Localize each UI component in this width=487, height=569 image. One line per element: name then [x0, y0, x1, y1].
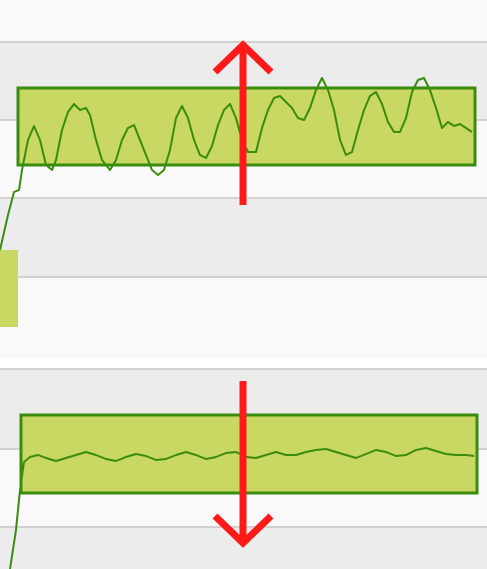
band [0, 277, 487, 359]
band [0, 198, 487, 277]
comparison-figure [0, 0, 487, 569]
chart-comparison-canvas [0, 0, 487, 569]
panel-separator [0, 359, 487, 369]
partial-range-box [0, 250, 18, 327]
band [0, 0, 487, 42]
